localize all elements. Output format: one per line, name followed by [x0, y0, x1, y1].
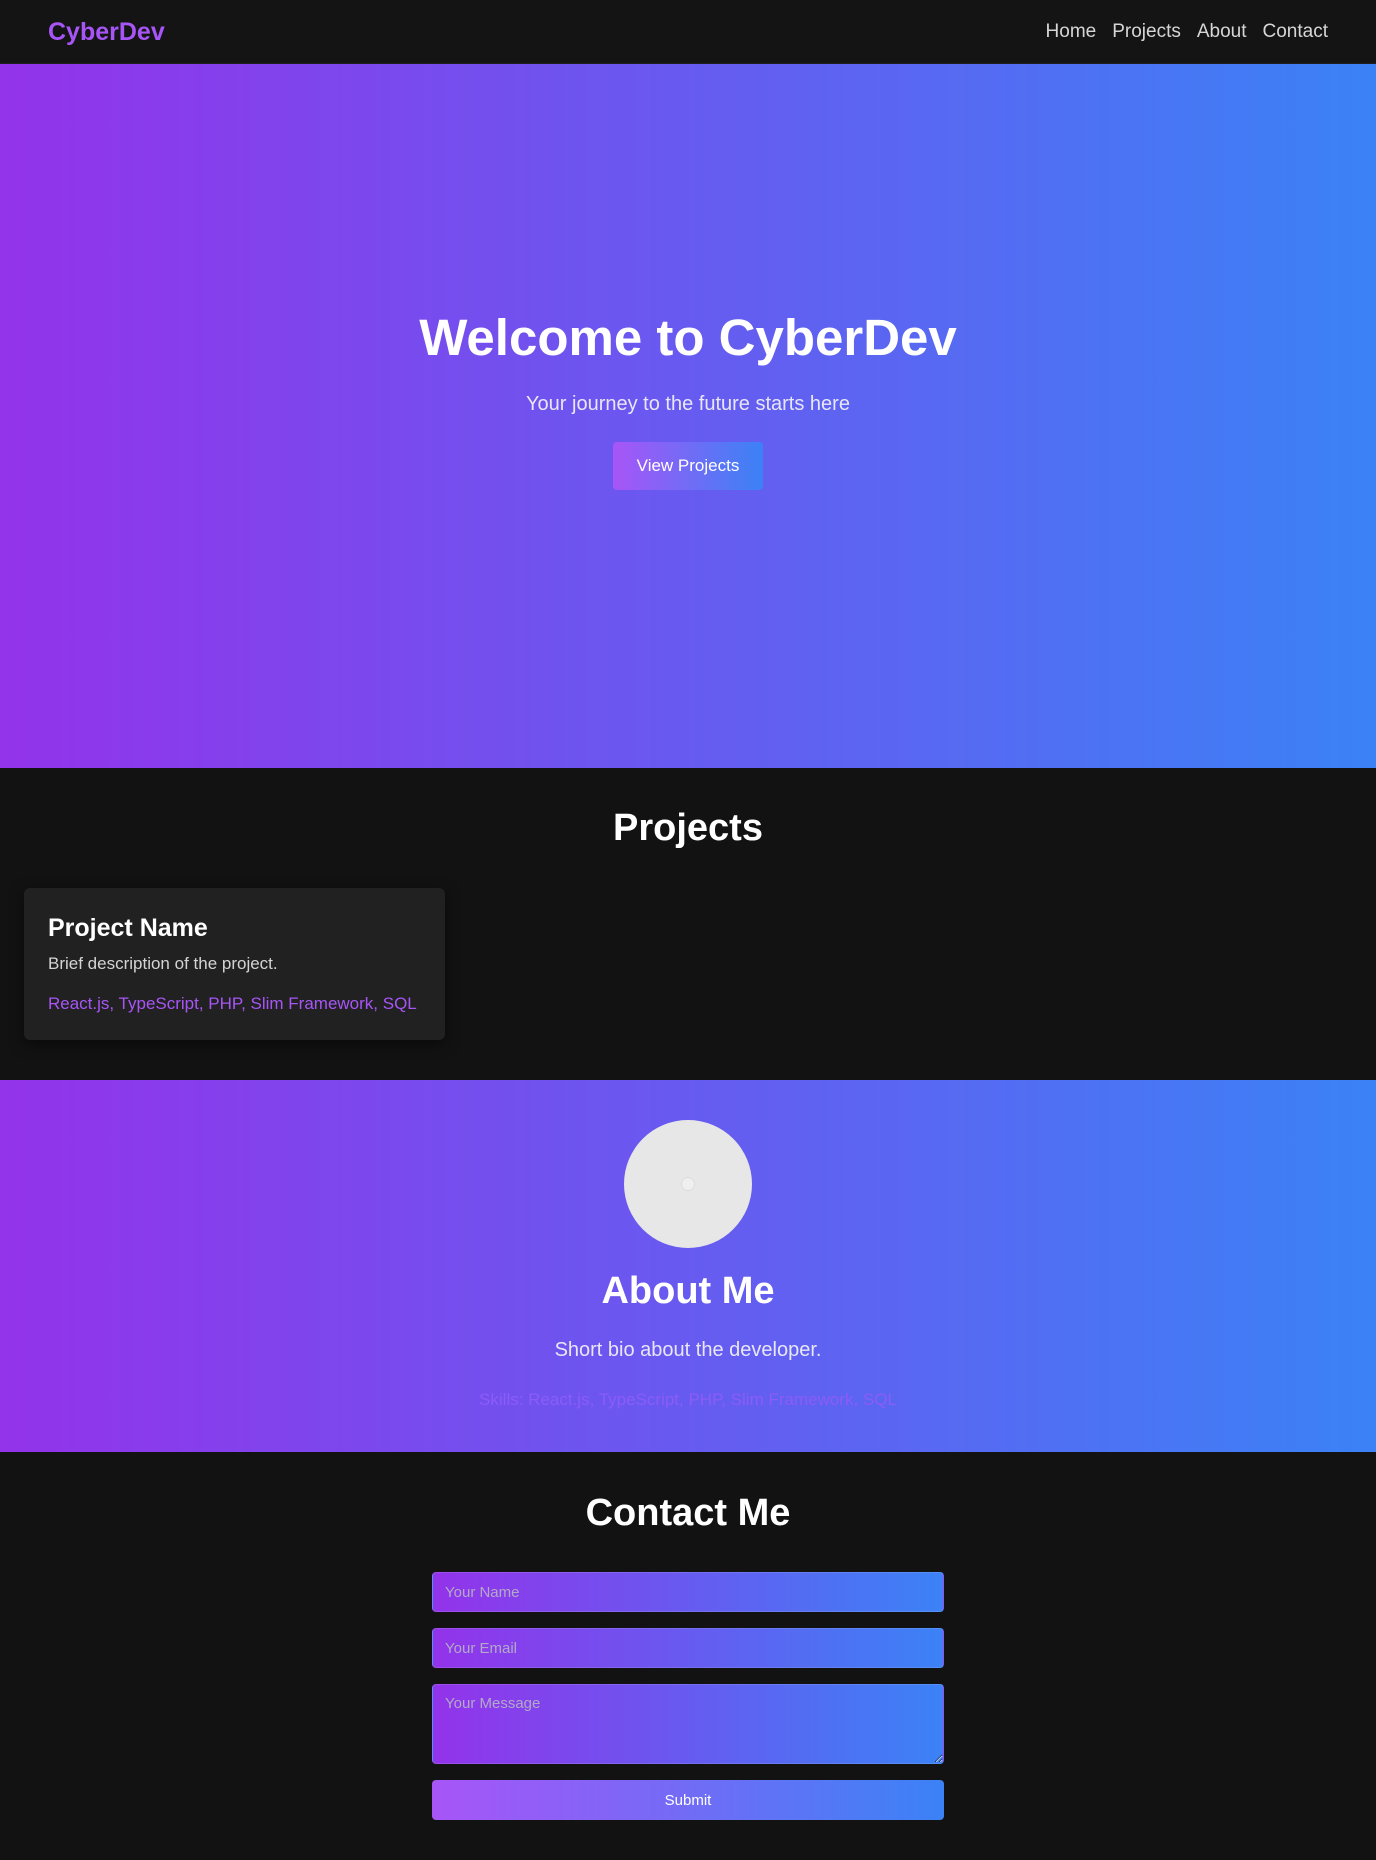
about-skills: Skills: React.js, TypeScript, PHP, Slim … [479, 1390, 897, 1409]
avatar-placeholder-icon [681, 1177, 695, 1191]
avatar [624, 1120, 752, 1248]
about-title: About Me [601, 1270, 775, 1312]
projects-title: Projects [613, 807, 763, 849]
nav-link-contact[interactable]: Contact [1263, 18, 1328, 46]
hero-section: Welcome to CyberDev Your journey to the … [0, 64, 1376, 768]
hero-title: Welcome to CyberDev [419, 309, 957, 366]
name-input[interactable] [432, 1572, 944, 1612]
about-bio: Short bio about the developer. [554, 1339, 822, 1361]
navbar: CyberDev Home Projects About Contact [0, 0, 1376, 64]
nav-link-about[interactable]: About [1197, 18, 1247, 46]
nav-link-projects[interactable]: Projects [1112, 18, 1181, 46]
view-projects-button[interactable]: View Projects [613, 442, 763, 490]
message-textarea[interactable] [432, 1684, 944, 1764]
nav-link-home[interactable]: Home [1046, 18, 1097, 46]
project-card[interactable]: Project Name Brief description of the pr… [24, 888, 445, 1040]
projects-section: Projects Project Name Brief description … [0, 768, 1376, 1080]
submit-button[interactable]: Submit [432, 1780, 944, 1820]
contact-title: Contact Me [585, 1492, 791, 1534]
about-section: About Me Short bio about the developer. … [0, 1080, 1376, 1452]
brand-logo[interactable]: CyberDev [48, 16, 165, 48]
nav-links: Home Projects About Contact [1046, 18, 1328, 46]
hero-subtitle: Your journey to the future starts here [526, 393, 850, 415]
project-description: Brief description of the project. [48, 954, 278, 973]
contact-section: Contact Me Submit [0, 1452, 1376, 1860]
project-name: Project Name [48, 914, 208, 942]
project-tech-stack: React.js, TypeScript, PHP, Slim Framewor… [48, 994, 417, 1013]
email-input[interactable] [432, 1628, 944, 1668]
